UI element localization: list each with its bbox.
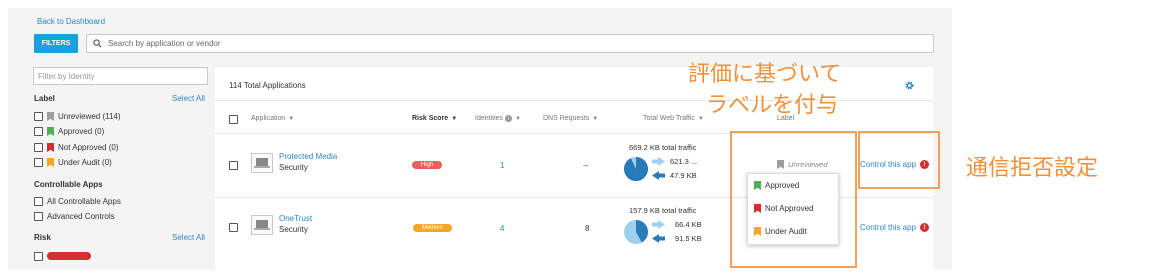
- filter-label: Under Audit (0): [58, 158, 112, 167]
- filter-label: All Controllable Apps: [47, 197, 121, 206]
- dns-requests-value: --: [583, 161, 589, 170]
- upload-value: 66.4 KB: [675, 220, 702, 229]
- download-value: 47.9 KB: [670, 171, 697, 180]
- bookmark-icon: [47, 112, 54, 121]
- traffic-pie-chart: [624, 220, 648, 244]
- checkbox[interactable]: [34, 252, 43, 261]
- checkbox[interactable]: [34, 158, 43, 167]
- sort-icon: ▼: [697, 115, 704, 122]
- filter-label: Approved (0): [58, 127, 105, 136]
- app-name-link[interactable]: OneTrust: [279, 214, 312, 223]
- sort-icon: ▼: [288, 115, 295, 122]
- identity-filter-input[interactable]: [33, 67, 208, 85]
- checkbox[interactable]: [34, 127, 43, 136]
- column-header-risk-score[interactable]: Risk Score ▼: [412, 115, 457, 122]
- app-category: Security: [279, 225, 308, 234]
- alert-icon: !: [920, 223, 929, 232]
- total-applications-count: 114 Total Applications: [229, 81, 306, 90]
- column-header-identities[interactable]: Identities i ▼: [475, 115, 521, 122]
- column-header-dns-requests[interactable]: DNS Requests ▼: [543, 115, 598, 122]
- annotation-label-note-line1: 評価に基づいて: [688, 62, 842, 87]
- label-filter-unreviewed[interactable]: Unreviewed (114): [34, 112, 121, 121]
- filter-label: Not Approved (0): [58, 143, 119, 152]
- total-traffic-value: 669.2 KB total traffic: [629, 143, 697, 152]
- annotation-control-note: 通信拒否設定: [966, 156, 1099, 181]
- filter-all-controllable-apps[interactable]: All Controllable Apps: [34, 197, 121, 206]
- upload-arrow-icon: [652, 157, 665, 166]
- search-field[interactable]: [86, 34, 934, 53]
- app-icon: [251, 215, 273, 235]
- identities-count-link[interactable]: 1: [500, 161, 504, 170]
- pie-download-slice: [624, 157, 648, 181]
- filter-label: Unreviewed (114): [58, 112, 121, 121]
- label-select-all-link[interactable]: Select All: [172, 94, 205, 103]
- controllable-apps-title: Controllable Apps: [34, 180, 103, 189]
- column-header-application[interactable]: Application ▼: [251, 115, 294, 122]
- label-filter-not-approved[interactable]: Not Approved (0): [34, 143, 118, 152]
- row-checkbox[interactable]: [229, 161, 238, 170]
- risk-select-all-link[interactable]: Select All: [172, 233, 205, 242]
- info-icon[interactable]: i: [505, 115, 513, 122]
- risk-pill-high: [47, 252, 91, 260]
- label-section-title: Label: [34, 94, 55, 103]
- filter-advanced-controls[interactable]: Advanced Controls: [34, 212, 115, 221]
- checkbox[interactable]: [34, 143, 43, 152]
- bookmark-icon: [47, 158, 54, 167]
- annotation-label-note-line2: ラベルを付与: [706, 93, 839, 118]
- search-input[interactable]: [108, 39, 808, 48]
- risk-badge: Medium: [413, 224, 452, 232]
- dns-requests-value: 8: [585, 224, 590, 233]
- checkbox[interactable]: [34, 197, 43, 206]
- select-all-rows-checkbox[interactable]: [229, 115, 238, 124]
- identities-count-link[interactable]: 4: [500, 224, 504, 233]
- search-icon: [93, 39, 102, 48]
- bookmark-icon: [47, 143, 54, 152]
- control-column-highlight: [858, 131, 940, 189]
- back-to-dashboard-link[interactable]: Back to Dashboard: [37, 17, 105, 26]
- column-header-total-web-traffic[interactable]: Total Web Traffic ▼: [643, 115, 704, 122]
- total-traffic-value: 157.9 KB total traffic: [629, 206, 697, 215]
- checkbox[interactable]: [34, 212, 43, 221]
- download-arrow-icon: [652, 171, 665, 180]
- sort-icon: ▼: [515, 115, 521, 122]
- upload-arrow-icon: [652, 220, 665, 229]
- label-filter-approved[interactable]: Approved (0): [34, 127, 104, 136]
- label-column-highlight: [730, 131, 857, 268]
- app-icon: [251, 153, 273, 173]
- filters-button[interactable]: FILTERS: [34, 34, 78, 53]
- bookmark-icon: [47, 127, 54, 136]
- app-name-link[interactable]: Protected Media: [279, 152, 337, 161]
- sort-icon: ▼: [451, 115, 458, 122]
- risk-badge: High: [412, 161, 442, 169]
- download-arrow-icon: [652, 234, 665, 243]
- sort-icon: ▼: [592, 115, 599, 122]
- app-category: Security: [279, 163, 308, 172]
- label-filter-under-audit[interactable]: Under Audit (0): [34, 158, 112, 167]
- risk-section-title: Risk: [34, 233, 51, 242]
- checkbox[interactable]: [34, 112, 43, 121]
- control-this-app-link[interactable]: Control this app: [860, 223, 916, 232]
- upload-value: 621.3 ...: [670, 157, 698, 166]
- filter-label: Advanced Controls: [47, 212, 115, 221]
- gear-icon[interactable]: [904, 80, 915, 91]
- traffic-pie-chart: [624, 157, 648, 181]
- row-checkbox[interactable]: [229, 223, 238, 232]
- download-value: 91.5 KB: [675, 234, 702, 243]
